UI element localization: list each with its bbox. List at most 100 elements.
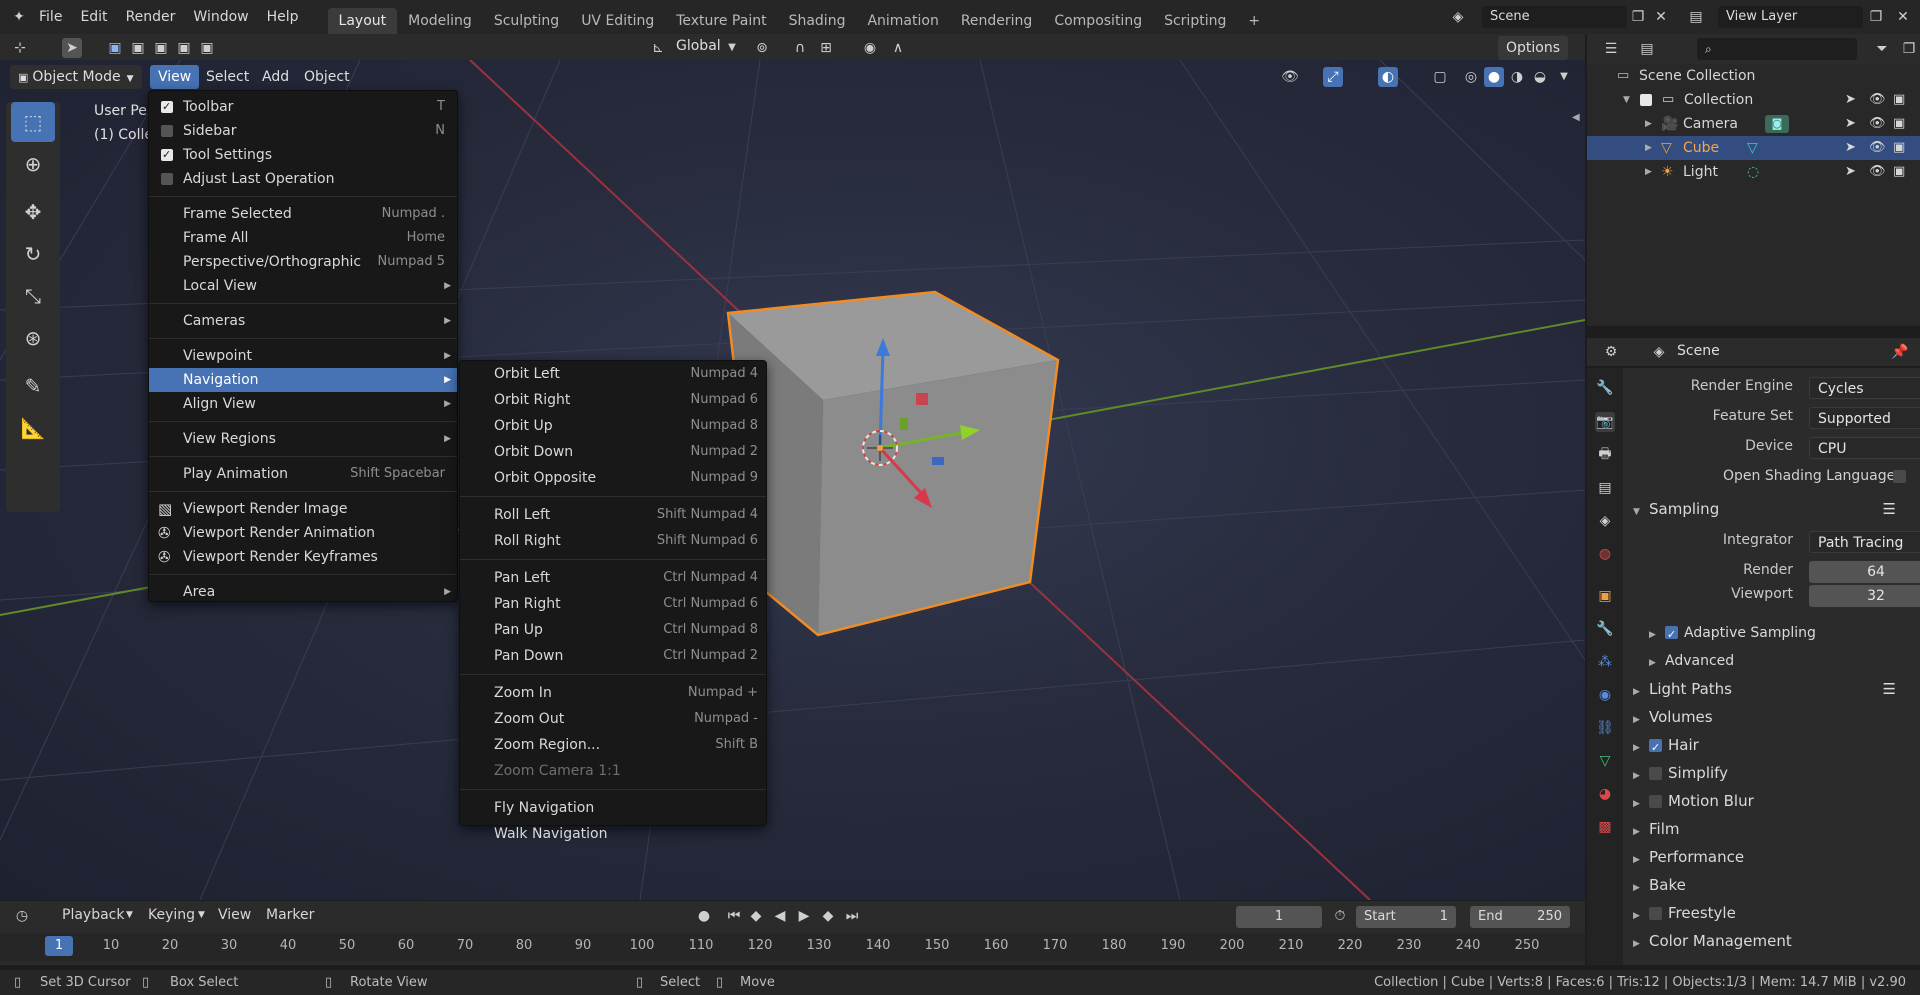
panel-freestyle[interactable]: ▶ Freestyle (1633, 900, 1920, 926)
panel-advanced[interactable]: ▶ Advanced (1649, 648, 1920, 674)
submenu-item-fly-navigation[interactable]: Fly Navigation (460, 795, 766, 821)
falloff-icon[interactable]: ∧ (888, 38, 908, 58)
checkbox-checked-icon[interactable] (1665, 622, 1678, 648)
submenu-item-orbit-opposite[interactable]: Orbit Opposite Numpad 9 (460, 465, 766, 491)
presets-list-icon[interactable]: ☰ (1883, 496, 1896, 522)
transform-orientation-dropdown[interactable]: Global (676, 38, 721, 54)
current-frame-field[interactable]: 1 (1236, 906, 1322, 928)
menu-item-local-view[interactable]: Local View ▶ (149, 274, 457, 298)
rotate-tool[interactable]: ↻ (11, 234, 55, 274)
prev-keyframe-icon[interactable]: ◆ (746, 906, 766, 926)
timeline-menu-playback[interactable]: Playback (62, 907, 124, 923)
pin-icon[interactable]: 📌 (1890, 342, 1910, 362)
outliner-row-light[interactable]: ▶ ☀ Light ◌ ➤ 👁 ▣ (1587, 160, 1920, 184)
expand-arrow-icon[interactable]: ▶ (1645, 160, 1652, 184)
particles-tab-icon[interactable]: ⁂ (1595, 652, 1615, 672)
view-layer-field[interactable]: View Layer (1718, 6, 1863, 28)
scene-icon[interactable]: ◈ (1448, 7, 1468, 27)
collapse-arrow-icon[interactable]: ▼ (1623, 88, 1630, 112)
new-view-layer-icon[interactable]: ❐ (1866, 7, 1886, 27)
panel-hair[interactable]: ▶ Hair (1633, 732, 1920, 761)
menu-window[interactable]: Window (184, 0, 257, 34)
expand-arrow-icon[interactable]: ▶ (1645, 112, 1652, 136)
material-shading-icon[interactable]: ◑ (1507, 67, 1527, 87)
view-layer-icon[interactable]: ▤ (1686, 7, 1706, 27)
menu-item-align-view[interactable]: Align View ▶ (149, 392, 457, 416)
tab-compositing[interactable]: Compositing (1043, 8, 1153, 34)
menu-item-play-animation[interactable]: Play Animation Shift Spacebar (149, 462, 457, 486)
viewport-menu-add[interactable]: Add (254, 65, 297, 89)
solid-shading-icon[interactable]: ● (1484, 67, 1504, 87)
checkbox-unchecked-icon[interactable] (161, 125, 173, 137)
menu-render[interactable]: Render (117, 0, 185, 34)
overlay-toggle-icon[interactable]: ◐ (1378, 67, 1398, 87)
menu-item-area[interactable]: Area ▶ (149, 580, 457, 604)
snap-target-icon[interactable]: ⊞ (816, 38, 836, 58)
texture-tab-icon[interactable]: ▩ (1595, 817, 1615, 837)
submenu-item-roll-left[interactable]: Roll Left Shift Numpad 4 (460, 502, 766, 528)
start-frame-field[interactable]: Start 1 (1356, 906, 1456, 928)
timeline-menu-view[interactable]: View (218, 907, 251, 923)
menu-item-frame-all[interactable]: Frame All Home (149, 226, 457, 250)
panel-light-paths[interactable]: ▶ Light Paths ☰ (1633, 676, 1920, 702)
submenu-item-zoom-in[interactable]: Zoom In Numpad + (460, 680, 766, 706)
menu-item-toolbar[interactable]: Toolbar T (149, 95, 457, 119)
integrator-dropdown[interactable]: Path Tracing▼ (1809, 531, 1920, 553)
tab-rendering[interactable]: Rendering (950, 8, 1044, 34)
outliner-search-input[interactable]: ⌕ (1697, 38, 1857, 60)
record-icon[interactable]: ● (694, 906, 714, 926)
render-camera-icon[interactable]: ▣ (1893, 112, 1905, 136)
menu-item-view-regions[interactable]: View Regions ▶ (149, 427, 457, 451)
timeline-menu-marker[interactable]: Marker (266, 907, 314, 923)
render-camera-icon[interactable]: ▣ (1893, 136, 1905, 160)
selectable-icon[interactable]: ➤ (1845, 160, 1856, 184)
world-tab-icon[interactable]: ◍ (1595, 544, 1615, 564)
tab-layout[interactable]: Layout (327, 8, 398, 34)
measure-tool[interactable]: 📐 (11, 408, 55, 448)
constraints-tab-icon[interactable]: ⛓ (1595, 718, 1615, 738)
timeline-menu-keying[interactable]: Keying (148, 907, 195, 923)
transform-tool[interactable]: ⊛ (11, 318, 55, 358)
panel-color-management[interactable]: ▶ Color Management (1633, 928, 1920, 954)
move-tool[interactable]: ✥ (11, 192, 55, 232)
submenu-item-pan-right[interactable]: Pan Right Ctrl Numpad 6 (460, 591, 766, 617)
menu-item-perspective-orthographic[interactable]: Perspective/Orthographic Numpad 5 (149, 250, 457, 274)
menu-item-cameras[interactable]: Cameras ▶ (149, 309, 457, 333)
tab-texture-paint[interactable]: Texture Paint (665, 8, 777, 34)
select-mode-extend-icon[interactable]: ▣ (128, 38, 148, 58)
tool-tab-icon[interactable]: 🔧 (1595, 378, 1615, 398)
select-mode-intersect-icon[interactable]: ▣ (197, 38, 217, 58)
tab-modeling[interactable]: Modeling (397, 8, 483, 34)
menu-item-viewpoint[interactable]: Viewpoint ▶ (149, 344, 457, 368)
select-box-tool[interactable]: ⬚ (11, 102, 55, 142)
scene-tab-icon[interactable]: ◈ (1595, 511, 1615, 531)
panel-sampling[interactable]: ▼ Sampling ☰ (1633, 496, 1920, 522)
light-data-icon[interactable]: ◌ (1747, 160, 1759, 184)
next-keyframe-icon[interactable]: ◆ (818, 906, 838, 926)
menu-item-tool-settings[interactable]: Tool Settings (149, 143, 457, 167)
menu-edit[interactable]: Edit (71, 0, 116, 34)
viewport-menu-object[interactable]: Object (296, 65, 358, 89)
shading-options-icon[interactable]: ▼ (1554, 67, 1574, 87)
add-workspace-icon[interactable]: + (1237, 8, 1271, 34)
outliner-row-cube[interactable]: ▶ ▽ Cube ▽ ➤ 👁 ▣ (1587, 136, 1920, 160)
visibility-eye-icon[interactable]: 👁 (1869, 88, 1886, 112)
annotate-tool[interactable]: ✎ (11, 366, 55, 406)
snap-icon[interactable]: ∩ (790, 38, 810, 58)
render-samples-field[interactable]: 64 (1809, 561, 1920, 583)
menu-help[interactable]: Help (258, 0, 308, 34)
menu-item-navigation[interactable]: Navigation ▶ (149, 368, 457, 392)
render-camera-icon[interactable]: ▣ (1893, 160, 1905, 184)
checkbox-checked-icon[interactable] (161, 143, 173, 167)
jump-start-icon[interactable]: ⏮ (724, 906, 744, 926)
data-tab-icon[interactable]: ▽ (1595, 751, 1615, 771)
device-dropdown[interactable]: CPU▼ (1809, 437, 1920, 459)
panel-volumes[interactable]: ▶ Volumes (1633, 704, 1920, 730)
transform-orientation-icon[interactable]: ⊾ (648, 38, 668, 58)
tab-animation[interactable]: Animation (856, 8, 949, 34)
modifier-tab-icon[interactable]: 🔧 (1595, 619, 1615, 639)
panel-adaptive-sampling[interactable]: ▶ Adaptive Sampling (1649, 620, 1920, 648)
rendered-shading-icon[interactable]: ◒ (1530, 67, 1550, 87)
menu-item-viewport-render-animation[interactable]: ✇ Viewport Render Animation (149, 521, 457, 545)
render-tab-icon[interactable]: 📷 (1595, 412, 1615, 432)
